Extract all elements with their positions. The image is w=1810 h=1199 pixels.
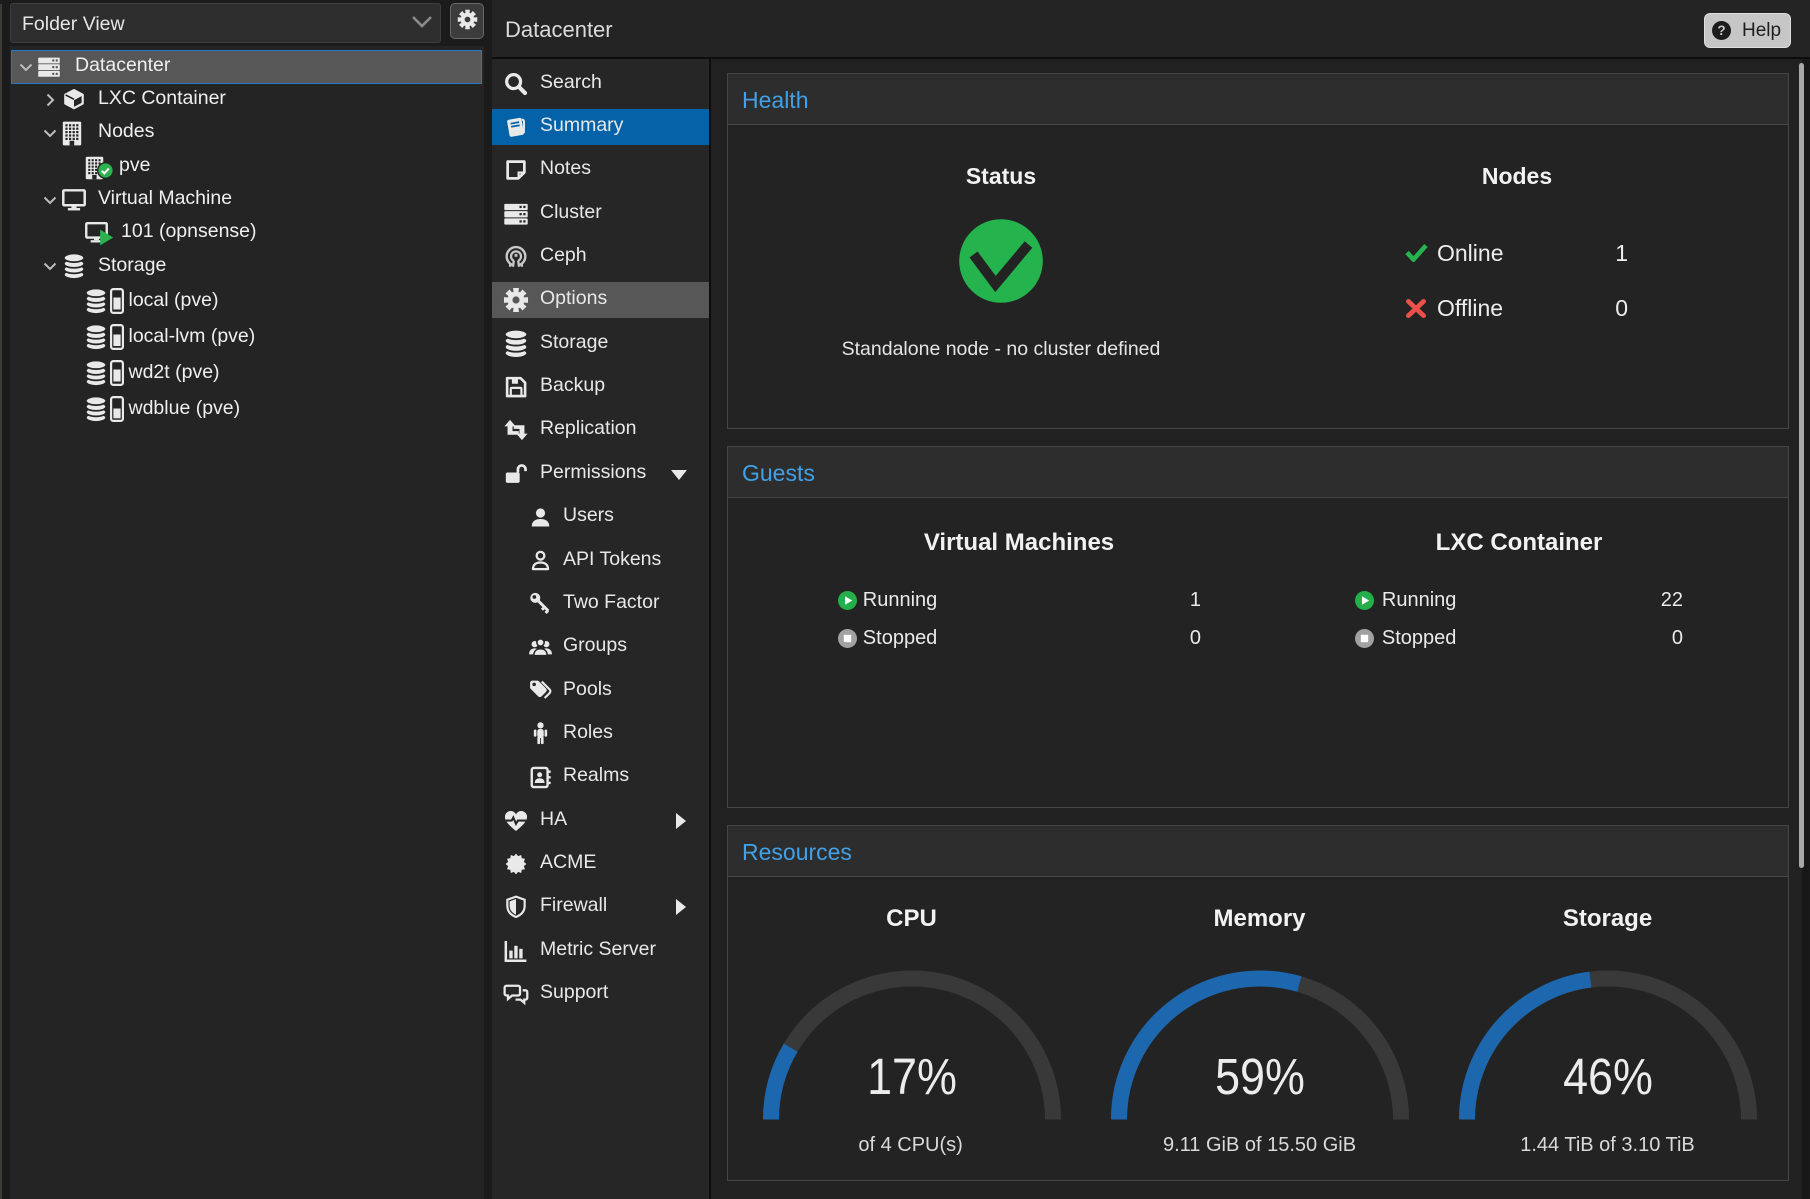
- svg-text:?: ?: [1717, 23, 1725, 38]
